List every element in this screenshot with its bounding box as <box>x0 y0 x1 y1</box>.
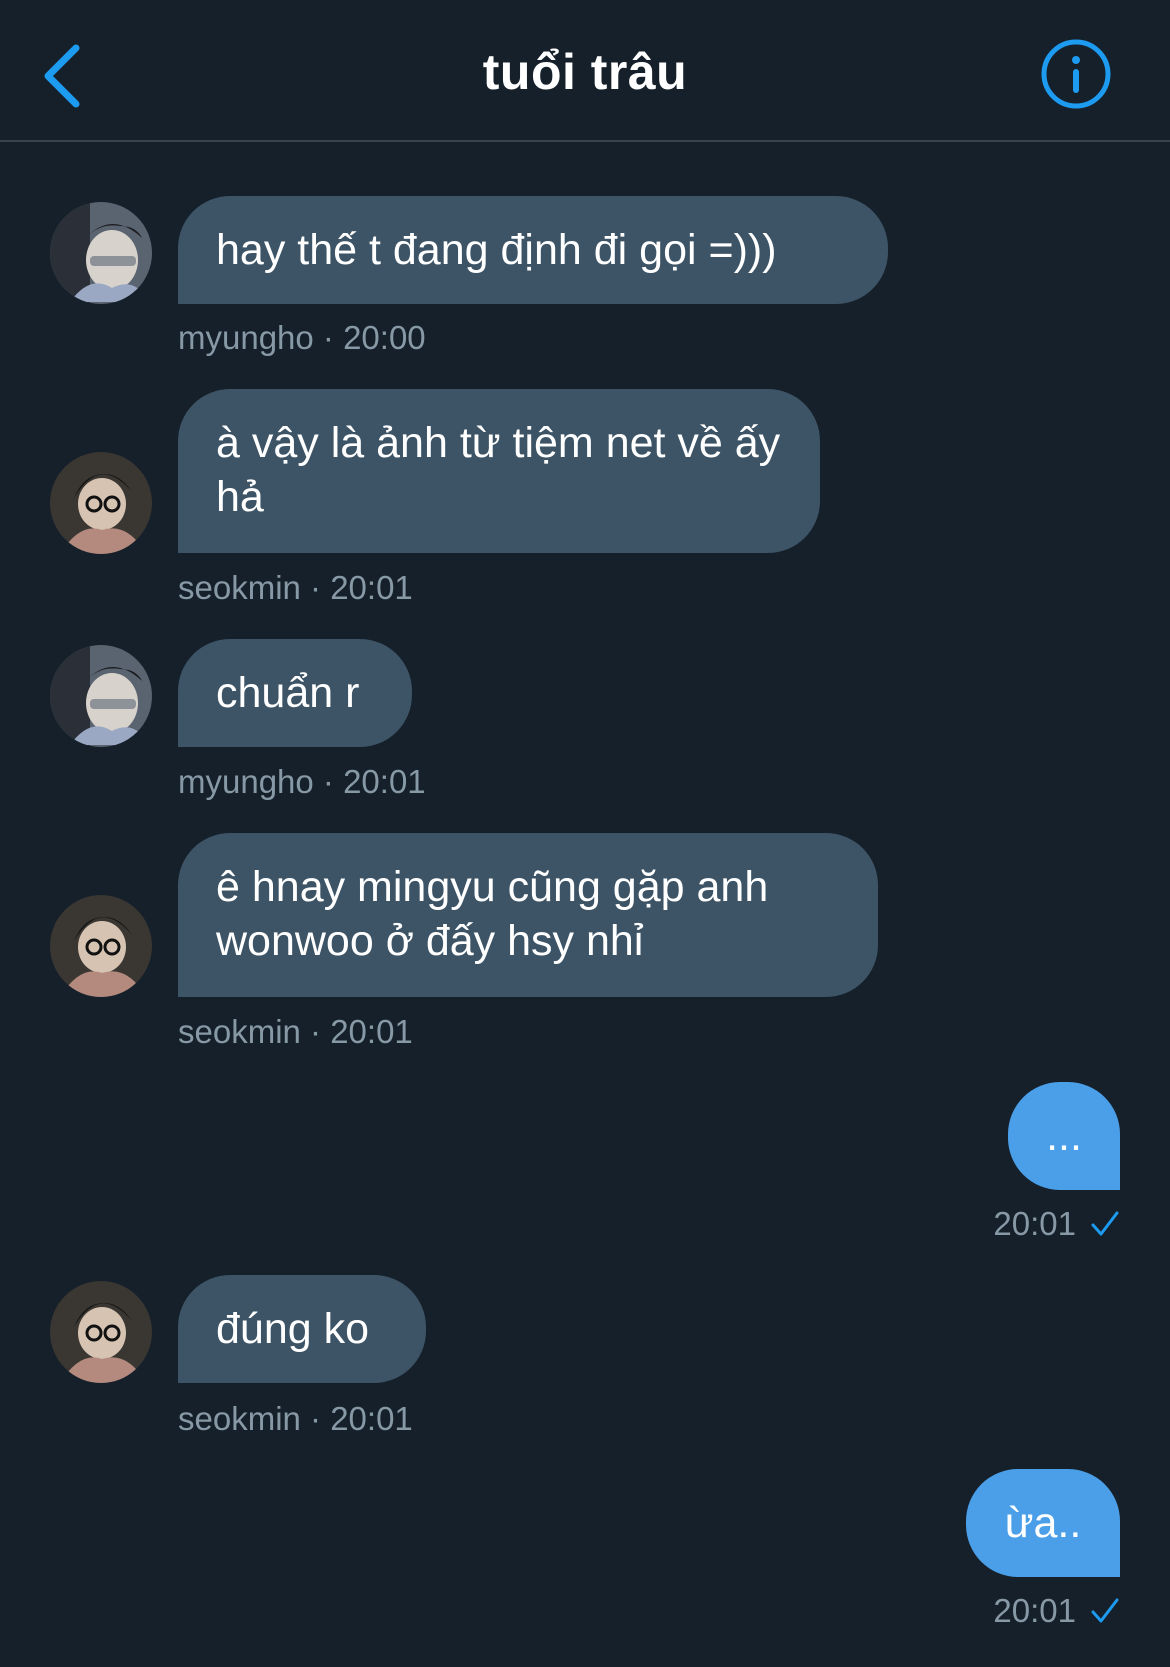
message-bubble-outgoing[interactable]: ừa.. <box>966 1469 1120 1577</box>
info-icon <box>1041 39 1111 109</box>
message-bubble[interactable]: hay thế t đang định đi gọi =))) <box>178 196 888 304</box>
avatar-seokmin[interactable] <box>50 452 152 554</box>
avatar-photo <box>50 895 152 997</box>
avatar-photo <box>50 452 152 554</box>
check-icon <box>1091 1211 1119 1236</box>
message-meta: seokmin · 20:01 <box>178 1013 413 1050</box>
avatar-photo <box>50 1281 152 1383</box>
message-meta: seokmin · 20:01 <box>178 1400 413 1437</box>
avatar-seokmin[interactable] <box>50 895 152 997</box>
check-icon <box>1091 1598 1119 1623</box>
message-time: 20:01 <box>993 1592 1076 1629</box>
message-bubble[interactable]: đúng ko <box>178 1275 426 1383</box>
avatar-myungho[interactable] <box>50 202 152 304</box>
chat-header: tuổi trâu <box>0 0 1170 142</box>
message-meta-outgoing: 20:01 <box>993 1204 1120 1244</box>
message-bubble[interactable]: ê hnay mingyu cũng gặp anh wonwoo ở đấy … <box>178 833 878 997</box>
info-button[interactable] <box>1040 38 1112 110</box>
avatar-myungho[interactable] <box>50 645 152 747</box>
conversation-title[interactable]: tuổi trâu <box>0 40 1170 104</box>
message-bubble[interactable]: chuẩn r <box>178 639 412 747</box>
avatar-photo <box>50 202 152 304</box>
avatar-seokmin[interactable] <box>50 1281 152 1383</box>
avatar-photo <box>50 645 152 747</box>
message-bubble-outgoing[interactable]: ... <box>1008 1082 1120 1190</box>
message-meta: myungho · 20:01 <box>178 763 426 800</box>
message-meta: seokmin · 20:01 <box>178 569 413 606</box>
message-time: 20:01 <box>993 1205 1076 1242</box>
message-meta: myungho · 20:00 <box>178 319 426 356</box>
message-bubble[interactable]: à vậy là ảnh từ tiệm net về ấy hả <box>178 389 820 553</box>
message-meta-outgoing: 20:01 <box>993 1591 1120 1631</box>
